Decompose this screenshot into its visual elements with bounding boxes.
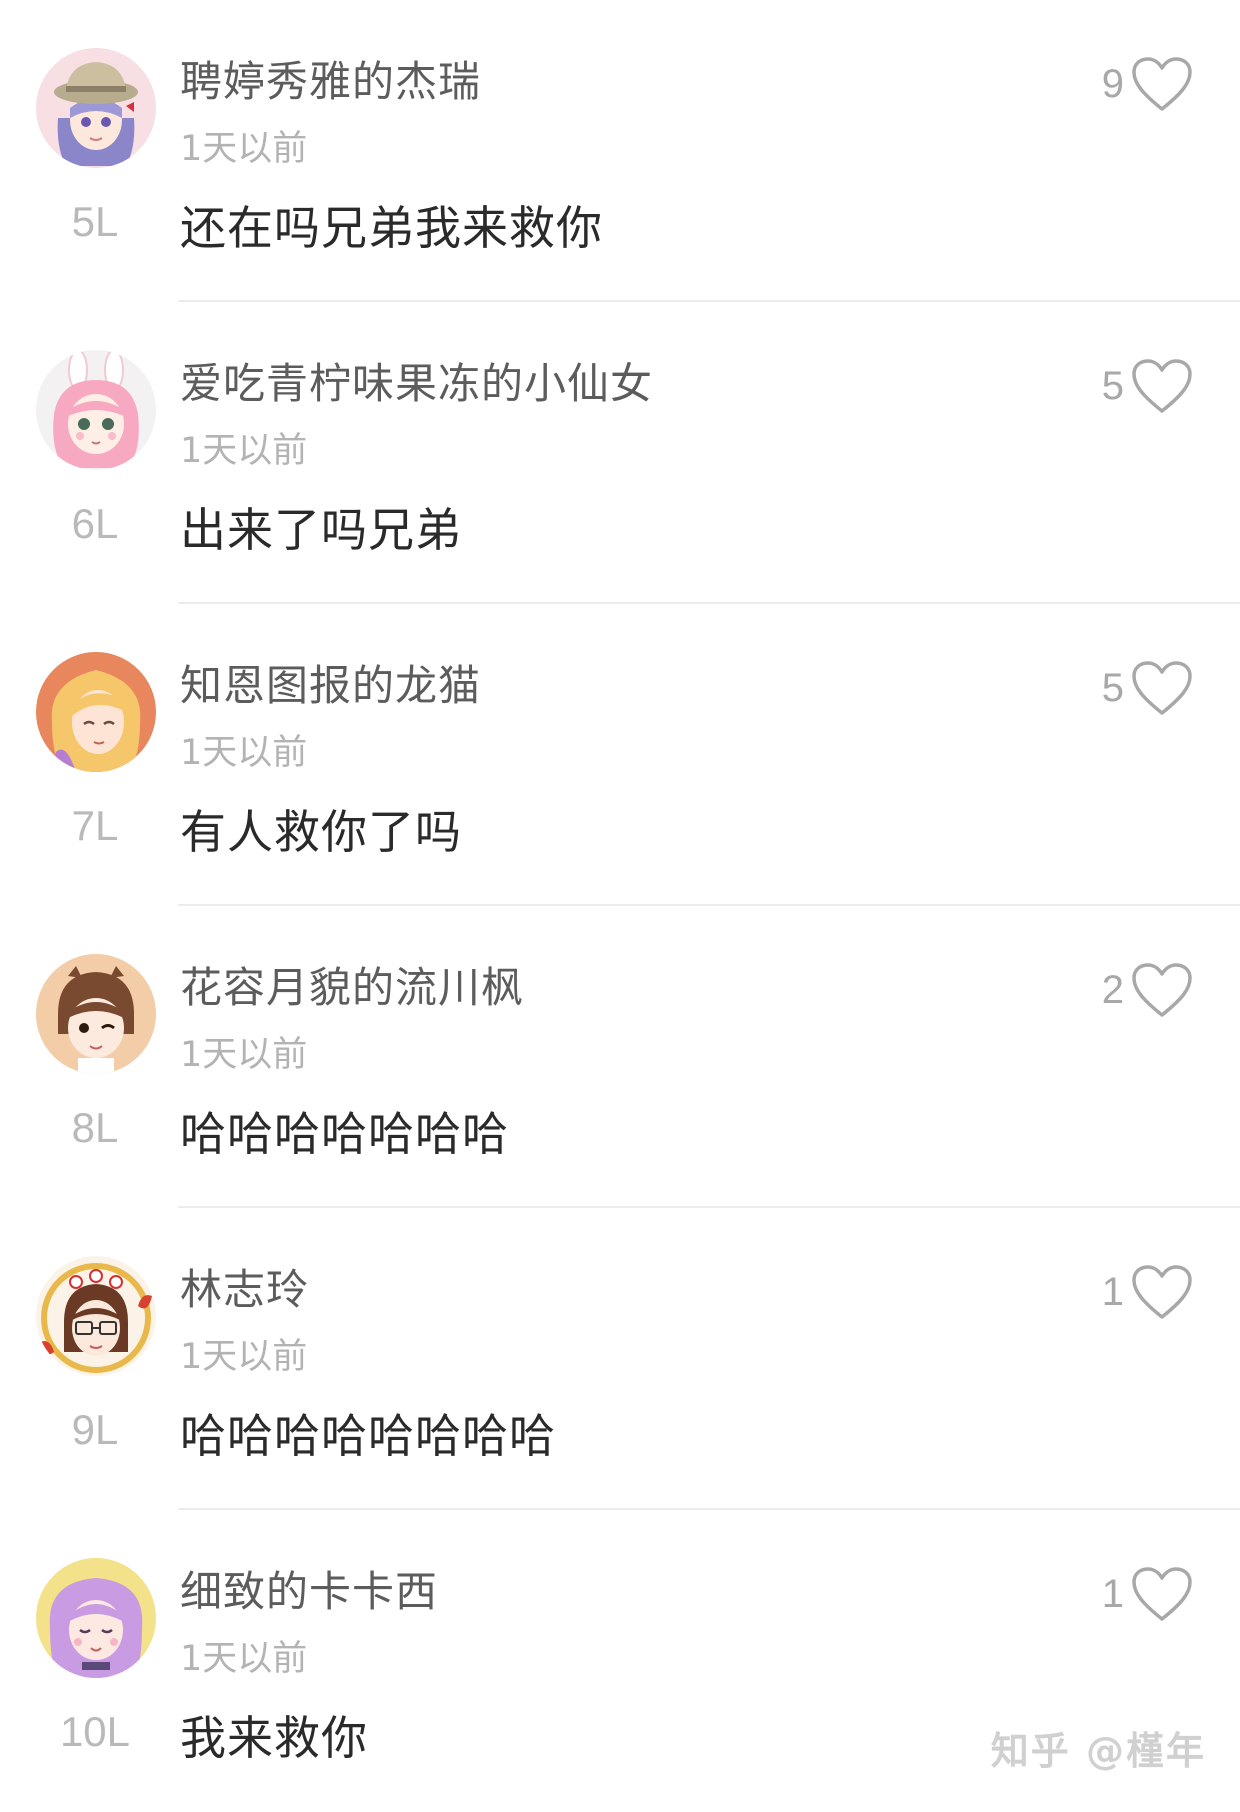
floor-number: 6L <box>71 500 119 547</box>
like-button[interactable]: 1 <box>1102 1562 1194 1626</box>
heart-icon <box>1132 1567 1192 1621</box>
avatar[interactable] <box>36 48 156 168</box>
like-count: 1 <box>1101 1269 1124 1314</box>
like-button[interactable]: 5 <box>1102 354 1194 418</box>
comment-time: 1天以前 <box>180 733 308 773</box>
like-count: 5 <box>1101 665 1124 710</box>
purple-hair-girl-avatar-icon <box>36 1558 156 1678</box>
watermark: 知乎 @槿年 <box>990 1729 1206 1773</box>
username[interactable]: 知恩图报的龙猫 <box>180 652 481 713</box>
heart-icon <box>1132 57 1192 111</box>
avatar[interactable] <box>36 652 156 772</box>
floor-number: 5L <box>71 198 119 245</box>
comment-text: 哈哈哈哈哈哈哈 <box>180 1107 509 1161</box>
comment-item: 聘婷秀雅的杰瑞 1天以前 5L 还在吗兄弟我来救你 9 <box>0 0 1240 302</box>
like-count: 9 <box>1101 61 1124 106</box>
like-button[interactable]: 5 <box>1102 656 1194 720</box>
girl-with-hat-avatar-icon <box>36 48 156 168</box>
like-button[interactable]: 1 <box>1102 1260 1194 1324</box>
comment-time: 1天以前 <box>180 129 308 169</box>
winking-girl-avatar-icon <box>36 954 156 1074</box>
avatar[interactable] <box>36 1558 156 1678</box>
heart-icon <box>1132 359 1192 413</box>
comment-item: 知恩图报的龙猫 1天以前 7L 有人救你了吗 5 <box>0 604 1240 906</box>
floor-number: 7L <box>71 802 119 849</box>
username[interactable]: 花容月貌的流川枫 <box>180 954 524 1015</box>
username[interactable]: 爱吃青柠味果冻的小仙女 <box>180 350 653 411</box>
comment-text: 出来了吗兄弟 <box>180 503 462 557</box>
comment-list: 聘婷秀雅的杰瑞 1天以前 5L 还在吗兄弟我来救你 9 爱吃青柠味果冻的小仙女 … <box>0 0 1240 1812</box>
glasses-girl-avatar-icon <box>36 1256 156 1376</box>
username[interactable]: 林志玲 <box>180 1256 309 1317</box>
like-count: 5 <box>1101 363 1124 408</box>
like-count: 1 <box>1101 1571 1124 1616</box>
username[interactable]: 细致的卡卡西 <box>180 1558 438 1619</box>
avatar[interactable] <box>36 954 156 1074</box>
comment-item: 爱吃青柠味果冻的小仙女 1天以前 6L 出来了吗兄弟 5 <box>0 302 1240 604</box>
like-count: 2 <box>1101 967 1124 1012</box>
comment-item: 花容月貌的流川枫 1天以前 8L 哈哈哈哈哈哈哈 2 <box>0 906 1240 1208</box>
floor-number: 10L <box>59 1708 131 1755</box>
comment-time: 1天以前 <box>180 1639 308 1679</box>
comment-text: 我来救你 <box>180 1711 368 1765</box>
floor-number: 8L <box>71 1104 119 1151</box>
blonde-girl-avatar-icon <box>36 652 156 772</box>
floor-number: 9L <box>71 1406 119 1453</box>
comment-text: 哈哈哈哈哈哈哈哈 <box>180 1409 556 1463</box>
heart-icon <box>1132 661 1192 715</box>
heart-icon <box>1132 1265 1192 1319</box>
username[interactable]: 聘婷秀雅的杰瑞 <box>180 48 481 109</box>
comment-time: 1天以前 <box>180 1337 308 1377</box>
heart-icon <box>1132 963 1192 1017</box>
avatar[interactable] <box>36 1256 156 1376</box>
comment-text: 有人救你了吗 <box>180 805 462 859</box>
comment-time: 1天以前 <box>180 1035 308 1075</box>
comment-item: 林志玲 1天以前 9L 哈哈哈哈哈哈哈哈 1 <box>0 1208 1240 1510</box>
comment-text: 还在吗兄弟我来救你 <box>180 201 603 255</box>
comment-time: 1天以前 <box>180 431 308 471</box>
like-button[interactable]: 2 <box>1102 958 1194 1022</box>
like-button[interactable]: 9 <box>1102 52 1194 116</box>
avatar[interactable] <box>36 350 156 470</box>
pink-bunny-girl-avatar-icon <box>36 350 156 470</box>
